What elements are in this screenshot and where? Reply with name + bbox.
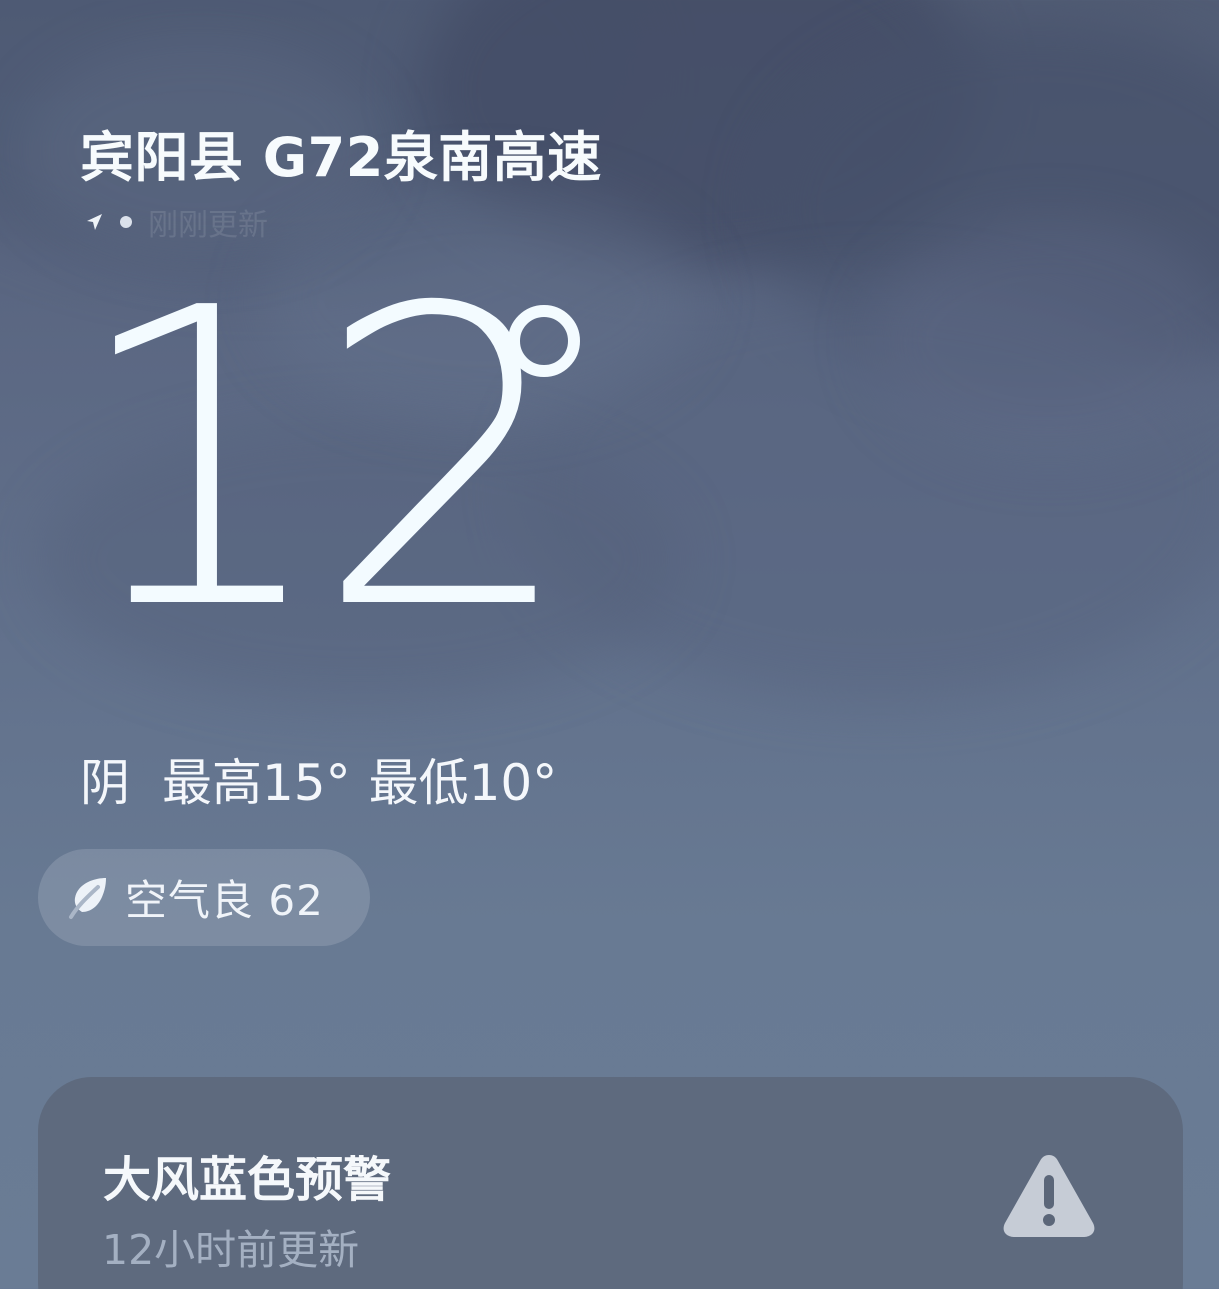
air-quality-pill[interactable]: 空气良 62 <box>38 849 370 946</box>
leaf-icon <box>69 877 106 919</box>
low-temperature: 最低10° <box>368 754 558 812</box>
alert-title: 大风蓝色预警 <box>103 1152 392 1208</box>
location-title[interactable]: 宾阳县 G72泉南高速 <box>80 128 602 188</box>
cloud-shape <box>870 220 1219 460</box>
weather-summary: 阴 最高15° 最低10° <box>80 743 557 815</box>
degree-icon <box>508 305 580 377</box>
current-temperature: 12 <box>70 221 576 699</box>
alert-update-time: 12小时前更新 <box>102 1226 360 1274</box>
cloud-shape <box>760 20 1219 400</box>
weather-condition: 阴 <box>80 754 130 812</box>
weather-alert-card[interactable]: 大风蓝色预警 12小时前更新 <box>38 1077 1183 1289</box>
air-quality-label: 空气良 62 <box>125 876 324 925</box>
warning-triangle-icon <box>1003 1155 1095 1237</box>
high-temperature: 最高15° <box>162 754 351 812</box>
